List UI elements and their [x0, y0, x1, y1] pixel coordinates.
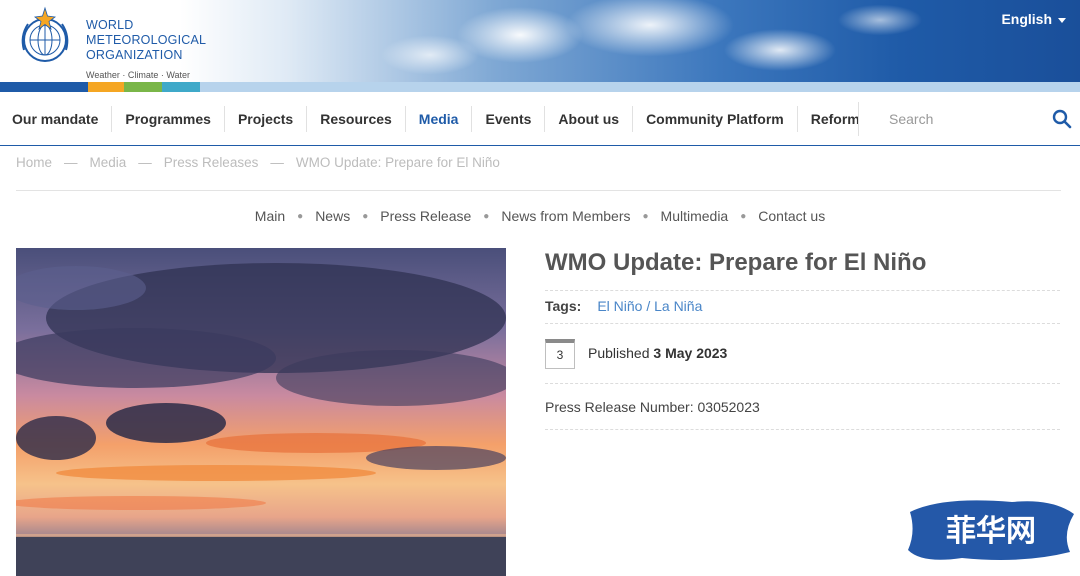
breadcrumb-separator: —	[138, 155, 152, 170]
color-stripe	[0, 82, 1080, 92]
tag-link-el-nino[interactable]: El Niño / La Niña	[597, 298, 702, 314]
org-name-line: ORGANIZATION	[86, 48, 183, 62]
watermark-text: 菲华网	[946, 514, 1036, 549]
dot-separator: ●	[362, 210, 369, 222]
nav-item-about-us[interactable]: About us	[545, 105, 634, 132]
breadcrumb-home[interactable]: Home	[16, 155, 52, 170]
divider	[545, 323, 1060, 324]
article-tags: Tags: El Niño / La Niña	[545, 298, 702, 314]
breadcrumb: Home — Media — Press Releases — WMO Upda…	[16, 155, 500, 170]
divider	[545, 383, 1060, 384]
divider	[545, 290, 1060, 291]
dot-separator: ●	[642, 210, 649, 222]
language-selector[interactable]: English	[1001, 11, 1066, 27]
tags-label: Tags:	[545, 298, 582, 314]
nav-item-community-platform[interactable]: Community Platform	[633, 105, 798, 132]
subnav-multimedia[interactable]: Multimedia	[661, 208, 729, 224]
stripe-segment	[0, 82, 88, 92]
article-title: WMO Update: Prepare for El Niño	[545, 249, 927, 276]
divider	[545, 429, 1060, 430]
dot-separator: ●	[483, 210, 490, 222]
breadcrumb-press-releases[interactable]: Press Releases	[164, 155, 259, 170]
search-box	[858, 102, 1080, 136]
main-nav: Our mandate Programmes Projects Resource…	[0, 92, 1080, 146]
subnav-press-release[interactable]: Press Release	[380, 208, 471, 224]
breadcrumb-separator: —	[64, 155, 78, 170]
stripe-segment	[88, 82, 124, 92]
dot-separator: ●	[297, 210, 304, 222]
language-label: English	[1001, 11, 1052, 27]
org-name-line: METEOROLOGICAL	[86, 33, 207, 47]
subnav-news[interactable]: News	[315, 208, 350, 224]
breadcrumb-current: WMO Update: Prepare for El Niño	[295, 155, 500, 170]
article-hero-image	[16, 248, 506, 576]
header-banner: WORLD METEOROLOGICAL ORGANIZATION Weathe…	[0, 0, 1080, 92]
nav-item-our-mandate[interactable]: Our mandate	[0, 105, 113, 132]
subnav-news-from-members[interactable]: News from Members	[501, 208, 630, 224]
wmo-emblem-logo[interactable]	[14, 6, 76, 68]
breadcrumb-divider	[16, 190, 1061, 191]
calendar-icon: 3	[545, 339, 575, 369]
org-tagline: Weather · Climate · Water	[86, 70, 191, 80]
media-subnav: Main ● News ● Press Release ● News from …	[0, 208, 1080, 224]
nav-item-resources[interactable]: Resources	[307, 105, 406, 132]
calendar-day: 3	[556, 348, 564, 362]
nav-item-events[interactable]: Events	[472, 105, 546, 132]
search-icon[interactable]	[1052, 109, 1072, 129]
sky-banner-image	[180, 0, 1080, 82]
breadcrumb-media[interactable]: Media	[90, 155, 127, 170]
stripe-segment	[124, 82, 162, 92]
published-date: 3 May 2023	[653, 345, 728, 361]
nav-item-programmes[interactable]: Programmes	[112, 105, 225, 132]
breadcrumb-separator: —	[270, 155, 284, 170]
nav-item-projects[interactable]: Projects	[225, 105, 308, 132]
search-input[interactable]	[889, 108, 1039, 130]
published-info: Published 3 May 2023	[588, 345, 727, 361]
org-name[interactable]: WORLD METEOROLOGICAL ORGANIZATION	[86, 18, 206, 63]
press-release-number: Press Release Number: 03052023	[545, 399, 760, 415]
subnav-main[interactable]: Main	[255, 208, 285, 224]
subnav-contact-us[interactable]: Contact us	[758, 208, 825, 224]
caret-down-icon	[1058, 18, 1066, 23]
nav-item-media[interactable]: Media	[406, 105, 473, 132]
site-watermark-logo: 菲华网	[908, 500, 1074, 560]
org-name-line: WORLD	[86, 18, 134, 32]
stripe-segment	[162, 82, 200, 92]
published-label: Published	[588, 345, 650, 361]
stripe-segment	[200, 82, 1080, 92]
dot-separator: ●	[740, 210, 747, 222]
